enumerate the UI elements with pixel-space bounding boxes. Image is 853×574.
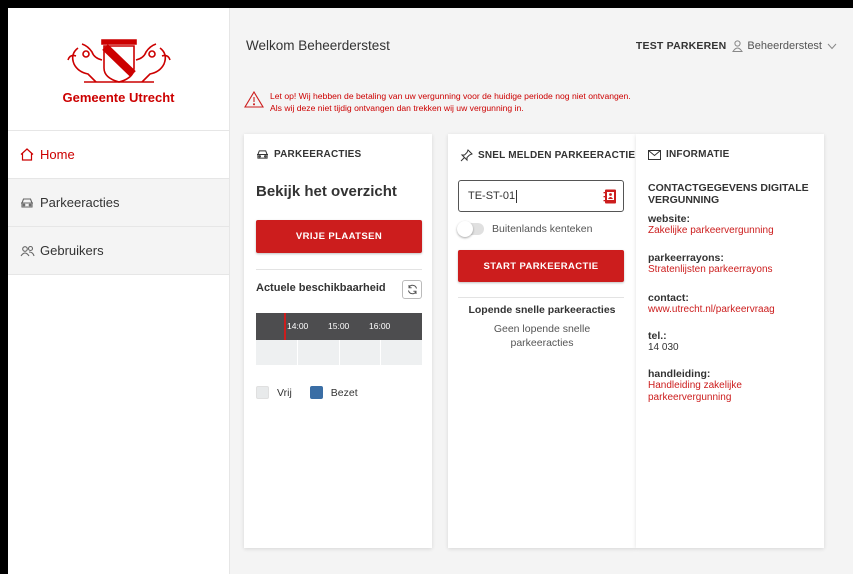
- foreign-plate-label: Buitenlands kenteken: [492, 223, 593, 235]
- timeline-label: 14:00: [287, 321, 309, 331]
- card-title: INFORMATIE: [648, 149, 729, 160]
- tel-block: tel.: 14 030: [648, 330, 818, 354]
- tel-value: 14 030: [648, 342, 679, 353]
- utrecht-crest-icon: [66, 39, 171, 83]
- section-title: CONTACTGEGEVENS DIGITALE VERGUNNING: [648, 182, 809, 206]
- timeline-label: 16:00: [369, 321, 391, 331]
- text-caret: [516, 189, 518, 203]
- legend-swatch-free: [256, 386, 269, 399]
- refresh-button[interactable]: [402, 280, 422, 299]
- logo[interactable]: Gemeente Utrecht: [8, 8, 229, 131]
- sidebar-filler: [8, 275, 229, 395]
- warning-icon: [244, 90, 264, 111]
- chevron-down-icon: [827, 43, 837, 50]
- logo-text: Gemeente Utrecht: [62, 90, 175, 105]
- warning-line-1: Let op! Wij hebben de betaling van uw ve…: [270, 91, 631, 101]
- sidebar-item-label: Gebruikers: [40, 243, 104, 258]
- availability-title: Actuele beschikbaarheid: [256, 282, 386, 294]
- contact-section: CONTACTGEGEVENS DIGITALE VERGUNNING: [648, 182, 818, 206]
- card-title: PARKEERACTIES: [256, 149, 361, 160]
- overview-heading: Bekijk het overzicht: [256, 183, 397, 200]
- contact-block: contact: www.utrecht.nl/parkeervraag: [648, 292, 818, 316]
- timeline-slot: [339, 340, 382, 365]
- license-plate-input[interactable]: TE-ST-01: [458, 180, 624, 212]
- parkeeracties-card: PARKEERACTIES Bekijk het overzicht VRIJE…: [244, 134, 432, 548]
- users-icon: [20, 244, 36, 258]
- legend-label-free: Vrij: [277, 386, 292, 399]
- sidebar-item-label: Parkeeracties: [40, 195, 120, 210]
- timeline-label: 15:00: [328, 321, 350, 331]
- handleiding-label: handleiding:: [648, 368, 711, 380]
- sidebar-item-parkeeracties[interactable]: Parkeeracties: [8, 179, 229, 227]
- divider: [458, 297, 624, 298]
- start-parkeeractie-button[interactable]: START PARKEERACTIE: [458, 250, 624, 282]
- timeline-header: 14:00 15:00 16:00: [256, 313, 422, 340]
- mail-icon: [648, 149, 661, 160]
- website-link[interactable]: Zakelijke parkeervergunning: [648, 225, 818, 237]
- informatie-card: INFORMATIE CONTACTGEGEVENS DIGITALE VERG…: [636, 134, 824, 548]
- foreign-plate-toggle[interactable]: [457, 221, 484, 237]
- sidebar-item-home[interactable]: Home: [8, 131, 229, 179]
- warning-line-2: Als wij deze niet tijdig ontvangen dan t…: [270, 103, 524, 113]
- tel-label: tel.:: [648, 330, 667, 342]
- availability-legend: Vrij Bezet: [256, 386, 358, 399]
- rayons-label: parkeerrayons:: [648, 252, 724, 264]
- user-name: Beheerderstest: [747, 40, 822, 52]
- contact-label: contact:: [648, 292, 689, 304]
- pin-icon: [460, 149, 473, 162]
- timeline-slot: [256, 340, 298, 365]
- timeline-slot: [297, 340, 340, 365]
- car-icon: [256, 149, 269, 160]
- foreign-plate-row: Buitenlands kenteken: [457, 221, 593, 237]
- handleiding-block: handleiding: Handleiding zakelijke parke…: [648, 368, 788, 404]
- divider: [256, 269, 422, 270]
- user-icon: [732, 40, 744, 52]
- sidebar-item-gebruikers[interactable]: Gebruikers: [8, 227, 229, 275]
- sidebar: Gemeente Utrecht Home Parkeeracties Gebr…: [8, 8, 230, 574]
- license-plate-value: TE-ST-01: [468, 190, 516, 202]
- website-block: website: Zakelijke parkeervergunning: [648, 213, 818, 237]
- running-actions-empty: Geen lopende snelle parkeeracties: [493, 323, 591, 349]
- legend-swatch-occupied: [309, 386, 323, 399]
- website-label: website:: [648, 213, 691, 225]
- address-book-icon[interactable]: [603, 189, 617, 204]
- timeline-slot: [381, 340, 422, 365]
- card-title: SNEL MELDEN PARKEERACTIE: [460, 149, 635, 162]
- app-frame: Gemeente Utrecht Home Parkeeracties Gebr…: [8, 8, 853, 574]
- legend-label-occupied: Bezet: [330, 386, 358, 399]
- sidebar-item-label: Home: [40, 147, 75, 162]
- payment-warning: Let op! Wij hebben de betaling van uw ve…: [244, 90, 631, 114]
- vrije-plaatsen-button[interactable]: VRIJE PLAATSEN: [256, 220, 422, 253]
- handleiding-link[interactable]: Handleiding zakelijke parkeervergunning: [648, 380, 788, 404]
- rayons-block: parkeerrayons: Stratenlijsten parkeerray…: [648, 252, 818, 276]
- contact-link[interactable]: www.utrecht.nl/parkeervraag: [648, 304, 818, 316]
- toggle-knob: [457, 221, 473, 237]
- rayons-link[interactable]: Stratenlijsten parkeerrayons: [648, 264, 818, 276]
- running-actions-title: Lopende snelle parkeeracties: [468, 304, 616, 316]
- org-name: TEST PARKEREN: [635, 40, 727, 52]
- page-title: Welkom Beheerderstest: [246, 38, 390, 53]
- car-icon: [20, 196, 36, 210]
- snel-melden-card: SNEL MELDEN PARKEERACTIE TE-ST-01 Buiten…: [448, 134, 636, 548]
- current-time-marker: [284, 313, 286, 340]
- refresh-icon: [407, 284, 417, 295]
- home-icon: [20, 148, 36, 162]
- user-menu[interactable]: TEST PARKEREN Beheerderstest: [636, 40, 837, 52]
- timeline-grid: [256, 340, 422, 365]
